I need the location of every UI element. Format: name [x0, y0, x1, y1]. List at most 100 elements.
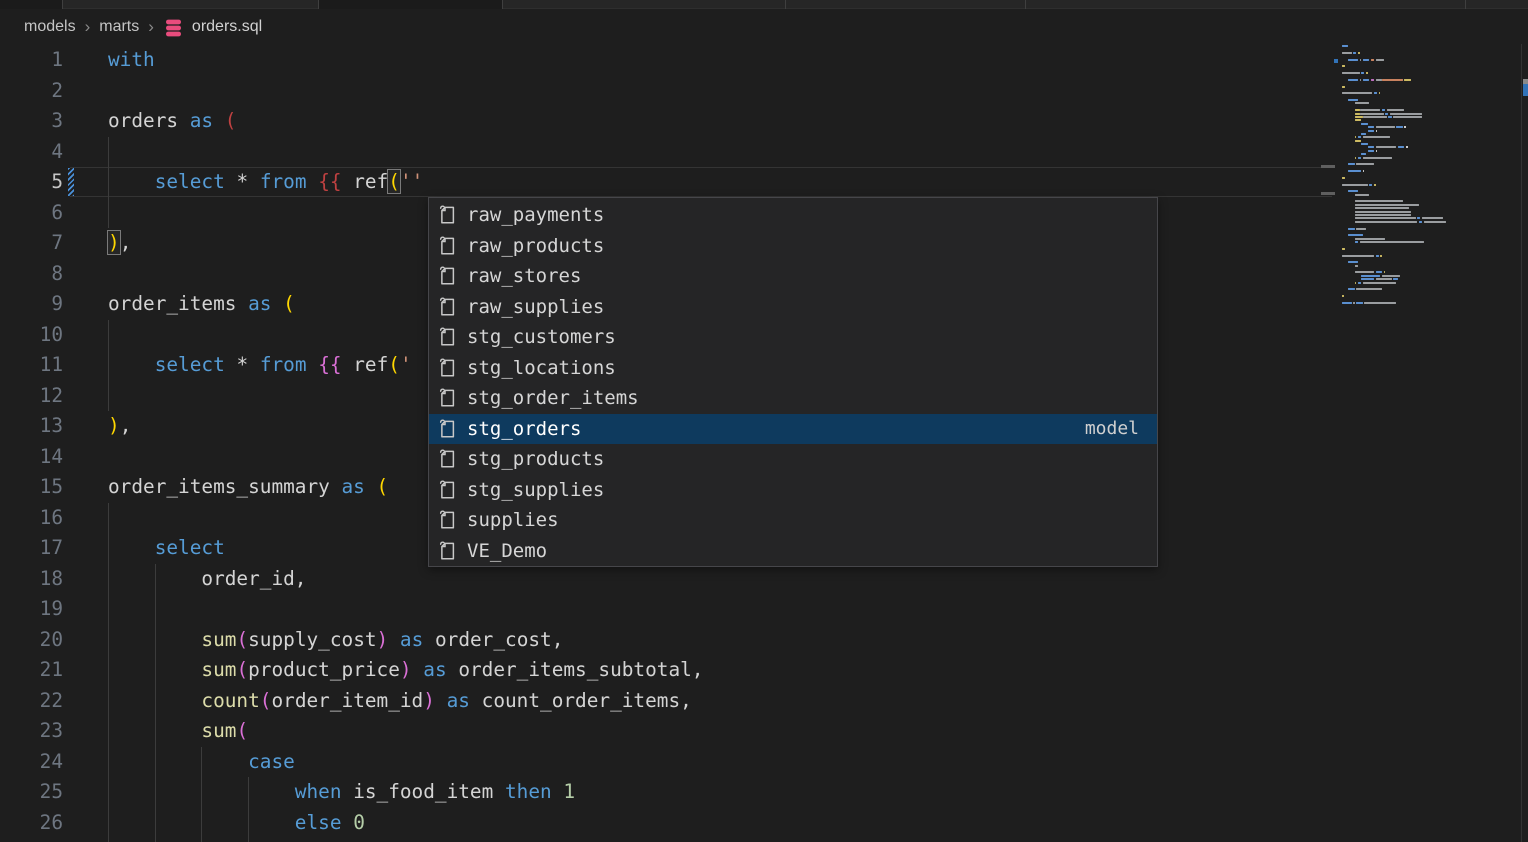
- minimap-code-bar: [1396, 126, 1402, 128]
- code-line[interactable]: 3orders as (: [0, 106, 1330, 137]
- code-line[interactable]: 4: [0, 137, 1330, 168]
- breadcrumb-item-marts[interactable]: marts: [99, 18, 139, 36]
- minimap-code-bar: [1379, 92, 1381, 94]
- line-number: 6: [0, 198, 63, 229]
- minimap-code-bar: [1342, 45, 1348, 47]
- code-line[interactable]: 20 sum(supply_cost) as order_cost,: [0, 625, 1330, 656]
- minimap-code-bar: [1348, 261, 1358, 263]
- minimap-code-bar: [1355, 140, 1361, 142]
- file-reference-icon: [437, 479, 459, 501]
- file-reference-icon: [437, 418, 459, 440]
- code-text: sum(supply_cost) as order_cost,: [108, 625, 563, 656]
- code-text: order_id,: [108, 564, 306, 595]
- suggestion-item[interactable]: stg_customers: [429, 322, 1157, 353]
- code-text: else 0: [108, 808, 365, 839]
- tab-divider: [1025, 0, 1026, 9]
- suggestion-label: stg_orders: [467, 418, 1085, 440]
- minimap-code-bar: [1355, 238, 1385, 240]
- code-line[interactable]: 1 with: [0, 45, 1330, 76]
- minimap-code-bar: [1356, 302, 1362, 304]
- suggestion-label: VE_Demo: [467, 540, 1139, 562]
- minimap-code-bar: [1355, 211, 1411, 213]
- line-number: 8: [0, 259, 63, 290]
- minimap-code-bar: [1376, 146, 1397, 148]
- minimap-code-bar: [1355, 109, 1360, 111]
- suggestion-label: raw_supplies: [467, 296, 1139, 318]
- minimap-code-bar: [1374, 184, 1376, 186]
- breadcrumb: models › marts › orders.sql: [24, 14, 262, 40]
- code-line[interactable]: 25 when is_food_item then 1: [0, 777, 1330, 808]
- editor-tab[interactable]: [0, 0, 62, 9]
- code-text: select * from {{ ref('': [108, 167, 423, 198]
- line-number: 18: [0, 564, 63, 595]
- suggestion-item[interactable]: stg_products: [429, 444, 1157, 475]
- suggestion-item[interactable]: raw_supplies: [429, 292, 1157, 323]
- breadcrumb-item-models[interactable]: models: [24, 18, 76, 36]
- minimap-code-bar: [1363, 79, 1369, 81]
- suggestion-item[interactable]: stg_supplies: [429, 475, 1157, 506]
- line-number: 23: [0, 716, 63, 747]
- minimap-code-bar: [1355, 217, 1416, 219]
- minimap-code-bar: [1355, 265, 1358, 267]
- line-number: 1: [0, 45, 63, 76]
- minimap[interactable]: [1333, 30, 1521, 842]
- minimap-code-bar: [1356, 288, 1382, 290]
- minimap-code-bar: [1342, 295, 1344, 297]
- line-number: 5: [0, 167, 63, 198]
- minimap-code-bar: [1358, 282, 1361, 284]
- code-line[interactable]: 2: [0, 76, 1330, 107]
- minimap-code-bar: [1342, 86, 1345, 88]
- breadcrumb-file[interactable]: orders.sql: [192, 18, 262, 36]
- line-number: 2: [0, 76, 63, 107]
- code-text: ),: [108, 228, 131, 259]
- minimap-code-bar: [1371, 59, 1374, 61]
- code-line[interactable]: 21 sum(product_price) as order_items_sub…: [0, 655, 1330, 686]
- suggestion-label: stg_customers: [467, 326, 1139, 348]
- minimap-code-bar: [1342, 52, 1352, 54]
- code-line[interactable]: 22 count(order_item_id) as count_order_i…: [0, 686, 1330, 717]
- minimap-code-bar: [1356, 228, 1366, 230]
- suggestion-item[interactable]: raw_payments: [429, 200, 1157, 231]
- suggestion-item[interactable]: stg_orders model: [429, 414, 1157, 445]
- minimap-code-bar: [1360, 241, 1424, 243]
- minimap-code-bar: [1363, 282, 1397, 284]
- minimap-code-bar: [1376, 59, 1384, 61]
- line-number: 22: [0, 686, 63, 717]
- line-number: 12: [0, 381, 63, 412]
- code-line[interactable]: 19: [0, 594, 1330, 625]
- suggestion-item[interactable]: supplies: [429, 505, 1157, 536]
- code-line[interactable]: 24 case: [0, 747, 1330, 778]
- suggestion-item[interactable]: stg_order_items: [429, 383, 1157, 414]
- code-text: sum(product_price) as order_items_subtot…: [108, 655, 703, 686]
- suggestion-item[interactable]: raw_products: [429, 231, 1157, 262]
- minimap-code-bar: [1355, 241, 1358, 243]
- active-editor-tab[interactable]: [318, 0, 502, 9]
- suggestion-label: raw_products: [467, 235, 1139, 257]
- code-text: case: [108, 747, 295, 778]
- minimap-decoration: [1321, 192, 1335, 195]
- line-number: 16: [0, 503, 63, 534]
- suggestion-item[interactable]: VE_Demo: [429, 536, 1157, 567]
- suggestion-item[interactable]: raw_stores: [429, 261, 1157, 292]
- file-reference-icon: [437, 387, 459, 409]
- suggestion-detail: model: [1085, 418, 1139, 439]
- code-text: sum(: [108, 716, 248, 747]
- code-line[interactable]: 18 order_id,: [0, 564, 1330, 595]
- file-reference-icon: [437, 357, 459, 379]
- minimap-code-bar: [1363, 116, 1387, 118]
- code-text: with: [108, 45, 155, 76]
- code-line[interactable]: 26 else 0: [0, 808, 1330, 839]
- database-icon: [163, 18, 184, 38]
- code-line[interactable]: 5 select * from {{ ref('': [0, 167, 1330, 198]
- suggestion-item[interactable]: stg_locations: [429, 353, 1157, 384]
- overview-ruler[interactable]: [1521, 44, 1528, 842]
- suggestion-label: stg_supplies: [467, 479, 1139, 501]
- minimap-code-bar: [1355, 214, 1411, 216]
- minimap-code-bar: [1342, 65, 1345, 67]
- minimap-code-bar: [1369, 184, 1372, 186]
- code-text: count(order_item_id) as count_order_item…: [108, 686, 692, 717]
- code-line[interactable]: 23 sum(: [0, 716, 1330, 747]
- minimap-code-bar: [1360, 113, 1384, 115]
- code-text: select * from {{ ref(': [108, 350, 412, 381]
- file-reference-icon: [437, 296, 459, 318]
